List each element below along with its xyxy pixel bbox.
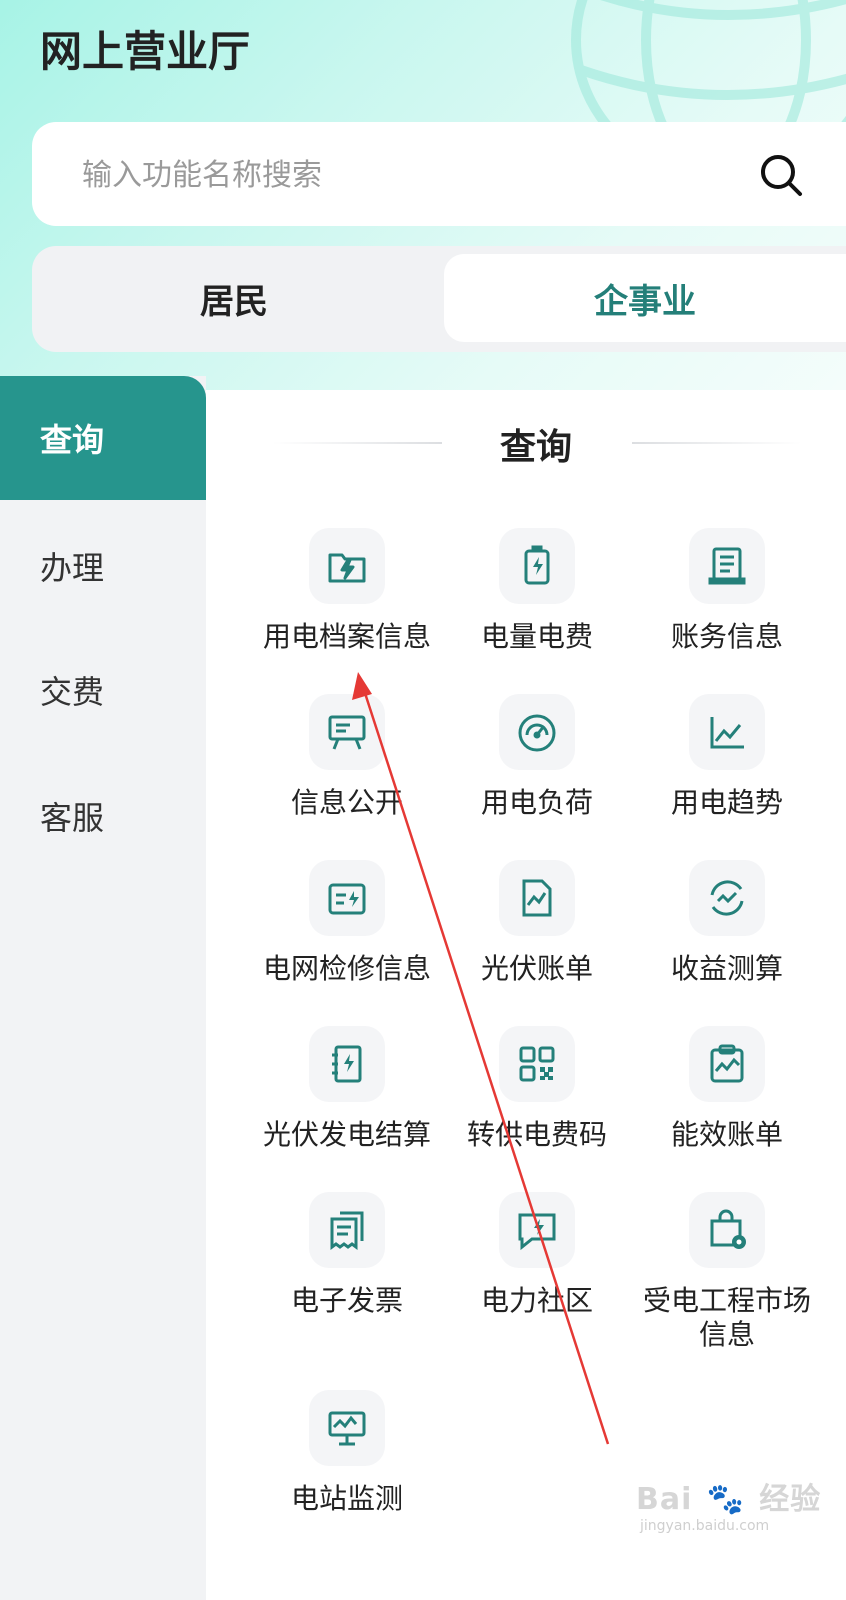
category-sidebar: 查询 办理 交费 客服	[0, 376, 206, 1600]
grid-item-power-trend[interactable]: 用电趋势	[632, 694, 822, 820]
paw-icon: 🐾	[706, 1482, 745, 1517]
archive-bolt-icon	[328, 553, 366, 583]
grid-item-label: 用电档案信息	[262, 620, 431, 653]
grid-item-profit-calc[interactable]: 收益测算	[632, 860, 822, 986]
clipboard-chart-icon	[710, 1044, 744, 1083]
grid-item-pv-bill[interactable]: 光伏账单	[442, 860, 632, 986]
pv-bill-icon	[522, 879, 552, 917]
grid-item-account-info[interactable]: 账务信息	[632, 528, 822, 654]
section-header: 查询	[206, 400, 846, 490]
grid-item-grid-maintenance[interactable]: 电网检修信息	[252, 860, 442, 986]
grid-item-label: 电量电费	[480, 620, 593, 653]
grid-item-e-invoice[interactable]: 电子发票	[252, 1192, 442, 1318]
gauge-icon	[518, 714, 556, 752]
sidebar-item-handle[interactable]: 办理	[0, 504, 206, 628]
divider	[272, 442, 442, 444]
grid-item-efficiency-bill[interactable]: 能效账单	[632, 1026, 822, 1152]
sidebar-item-label: 查询	[40, 421, 105, 459]
search-input[interactable]	[80, 150, 744, 200]
grid-item-pv-settlement[interactable]: 光伏发电结算	[252, 1026, 442, 1152]
notebook-bolt-icon	[332, 1045, 362, 1083]
trend-chart-icon	[710, 717, 744, 749]
grid-item-info-public[interactable]: 信息公开	[252, 694, 442, 820]
grid-item-label: 电子发票	[290, 1284, 403, 1317]
sidebar-item-payment[interactable]: 交费	[0, 628, 206, 752]
tab-enterprise[interactable]: 企事业	[444, 254, 846, 342]
sidebar-item-label: 交费	[40, 673, 105, 711]
folder-bolt-icon	[328, 883, 366, 915]
grid-item-label: 用电负荷	[480, 786, 593, 819]
grid-item-label: 光伏发电结算	[262, 1118, 431, 1151]
search-bar[interactable]	[32, 122, 846, 226]
section-title: 查询	[499, 427, 572, 468]
chat-bolt-icon	[518, 1213, 556, 1251]
sidebar-item-label: 办理	[40, 549, 105, 587]
grid-item-label: 光伏账单	[480, 952, 593, 985]
customer-type-switch: 居民 企事业	[32, 246, 846, 352]
baidu-watermark: Bai 🐾 经验 jingyan.baidu.com	[636, 1474, 836, 1564]
grid-item-label: 用电趋势	[670, 786, 783, 819]
watermark-logo: Bai	[636, 1482, 693, 1517]
page-title: 网上营业厅	[40, 27, 251, 76]
grid-item-label: 转供电费码	[466, 1118, 607, 1151]
cycle-icon	[710, 880, 744, 916]
grid-item-label: 电力社区	[480, 1284, 593, 1317]
divider	[632, 442, 802, 444]
grid-item-energy-fee[interactable]: 电量电费	[442, 528, 632, 654]
search-icon[interactable]	[756, 150, 806, 200]
grid-item-station-monitor[interactable]: 电站监测	[252, 1390, 442, 1516]
watermark-logo-suffix: 经验	[759, 1482, 822, 1517]
billboard-icon	[328, 715, 366, 750]
tab-resident[interactable]: 居民	[32, 254, 436, 342]
grid-item-power-community[interactable]: 电力社区	[442, 1192, 632, 1318]
grid-item-label: 账务信息	[670, 620, 783, 653]
grid-item-label: 电网检修信息	[262, 952, 431, 985]
grid-item-power-archive[interactable]: 用电档案信息	[252, 528, 442, 654]
scroll-icon	[708, 547, 746, 585]
monitor-icon	[328, 1411, 366, 1446]
grid-item-transfer-fee-code[interactable]: 转供电费码	[442, 1026, 632, 1152]
battery-icon	[524, 545, 550, 585]
grid-item-label: 电站监测	[290, 1482, 403, 1515]
invoice-icon	[330, 1211, 364, 1250]
grid-item-label: 能效账单	[670, 1118, 783, 1151]
sidebar-item-service[interactable]: 客服	[0, 754, 206, 878]
grid-item-project-market-info[interactable]: 受电工程市场信息	[632, 1192, 822, 1352]
grid-item-power-load[interactable]: 用电负荷	[442, 694, 632, 820]
grid-item-label: 收益测算	[670, 952, 783, 985]
qr-code-icon	[519, 1046, 555, 1082]
bag-gear-icon	[710, 1209, 746, 1249]
sidebar-item-label: 客服	[40, 799, 105, 837]
sidebar-item-query[interactable]: 查询	[0, 376, 206, 500]
grid-item-label: 受电工程市场信息	[642, 1284, 811, 1351]
watermark-url: jingyan.baidu.com	[640, 1518, 770, 1534]
grid-item-label: 信息公开	[290, 786, 403, 819]
